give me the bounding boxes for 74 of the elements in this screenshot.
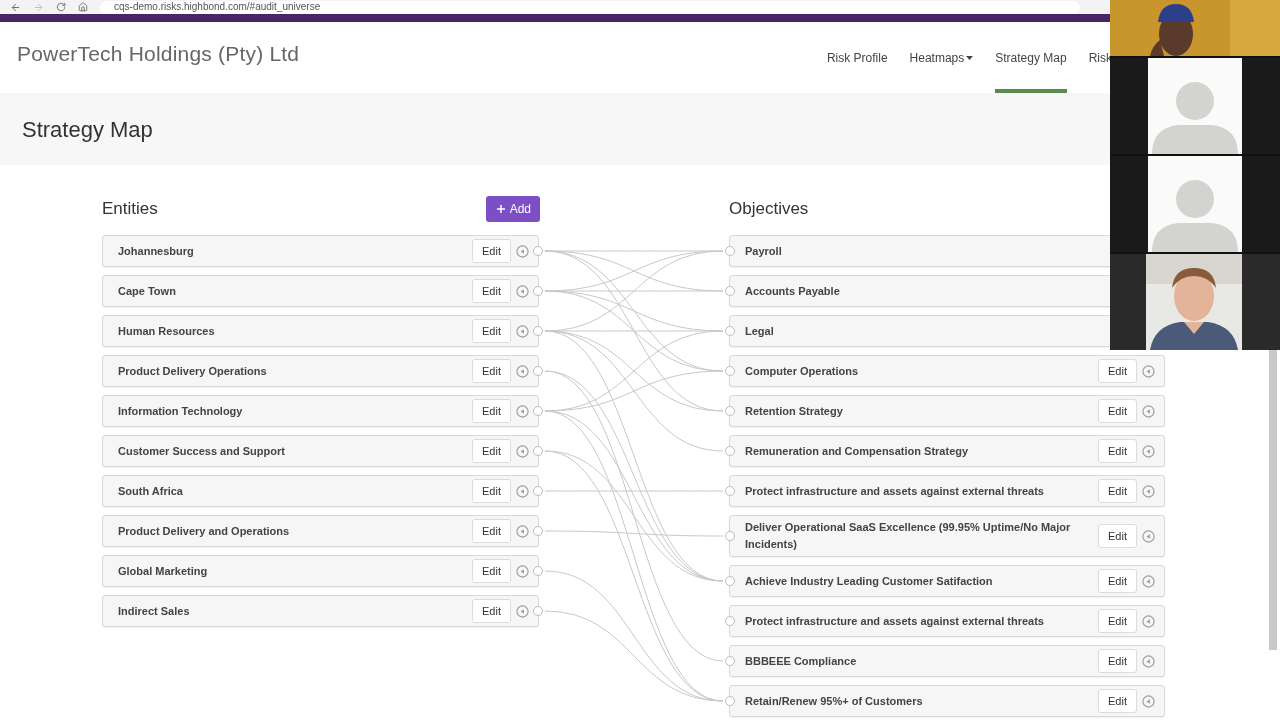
item-name: Achieve Industry Leading Customer Satifaction	[745, 573, 994, 589]
item-name: Information Technology	[118, 403, 244, 419]
edit-button[interactable]: Edit	[472, 519, 511, 543]
edit-button[interactable]: Edit	[1098, 649, 1137, 673]
item-name: Customer Success and Support	[118, 443, 286, 459]
edit-button[interactable]: Edit	[472, 279, 511, 303]
edit-button[interactable]: Edit	[1098, 439, 1137, 463]
arrow-circle-icon[interactable]	[516, 244, 529, 258]
edit-button[interactable]: Edit	[472, 359, 511, 383]
edit-button[interactable]: Edit	[472, 399, 511, 423]
arrow-circle-icon[interactable]	[1142, 404, 1155, 418]
arrow-circle-icon[interactable]	[516, 284, 529, 298]
nav-tab[interactable]: Heatmaps	[909, 22, 974, 93]
item-name: South Africa	[118, 483, 184, 499]
arrow-circle-icon[interactable]	[1142, 694, 1155, 708]
item-name: Cape Town	[118, 283, 177, 299]
home-icon[interactable]	[78, 2, 88, 12]
edit-button[interactable]: Edit	[1098, 479, 1137, 503]
edit-button[interactable]: Edit	[1098, 569, 1137, 593]
company-name: PowerTech Holdings (Pty) Ltd	[17, 40, 300, 67]
item-name: Global Marketing	[118, 563, 209, 579]
add-button[interactable]: Add	[485, 196, 540, 222]
item-name: Product Delivery and Operations	[118, 523, 291, 539]
edit-button[interactable]: Edit	[472, 319, 511, 343]
arrow-circle-icon[interactable]	[1142, 654, 1155, 668]
arrow-circle-icon[interactable]	[516, 564, 529, 578]
arrow-circle-icon[interactable]	[516, 364, 529, 378]
arrow-circle-icon[interactable]	[1142, 444, 1155, 458]
edit-button[interactable]: Edit	[472, 559, 511, 583]
item-name: Payroll	[745, 243, 783, 259]
nav-tab[interactable]: Risk Profile	[826, 22, 888, 93]
arrow-circle-icon[interactable]	[516, 444, 529, 458]
section-heading: Entities	[102, 198, 158, 221]
edit-button[interactable]: Edit	[472, 479, 511, 503]
plus-icon	[494, 203, 507, 215]
item-name: Protect infrastructure and assets against external threats	[745, 483, 1045, 499]
back-icon[interactable]	[10, 1, 21, 13]
caret-icon	[966, 55, 974, 60]
edit-button[interactable]: Edit	[1098, 609, 1137, 633]
item-name: Retain/Renew 95%+ of Customers	[745, 693, 924, 709]
item-name: Product Delivery Operations	[118, 363, 268, 379]
reload-icon[interactable]	[56, 2, 66, 12]
arrow-circle-icon[interactable]	[516, 604, 529, 618]
edit-button[interactable]: Edit	[472, 599, 511, 623]
edit-button[interactable]: Edit	[1098, 689, 1137, 713]
arrow-circle-icon[interactable]	[1142, 484, 1155, 498]
item-name: Human Resources	[118, 323, 216, 339]
item-name: Retention Strategy	[745, 403, 844, 419]
edit-button[interactable]: Edit	[472, 239, 511, 263]
edit-button[interactable]: Edit	[1098, 399, 1137, 423]
item-name: BBBEEE Compliance	[745, 653, 858, 669]
arrow-circle-icon[interactable]	[1142, 574, 1155, 588]
arrow-circle-icon[interactable]	[516, 404, 529, 418]
edit-button[interactable]: Edit	[1098, 359, 1137, 383]
address-field[interactable]: cqs-demo.risks.highbond.com/#audit_universe	[100, 0, 1080, 14]
item-name: Deliver Operational SaaS Excellence (99.95% Uptime/No Major Incidents)	[745, 520, 1072, 552]
edit-button[interactable]: Edit	[1098, 524, 1137, 548]
item-name: Computer Operations	[745, 363, 860, 379]
section-heading: Objectives	[729, 198, 809, 221]
page-title: Strategy Map	[22, 115, 153, 144]
arrow-circle-icon[interactable]	[516, 524, 529, 538]
arrow-circle-icon[interactable]	[516, 324, 529, 338]
arrow-circle-icon[interactable]	[1142, 614, 1155, 628]
item-name: Johannesburg	[118, 243, 195, 259]
item-name: Remuneration and Compensation Strategy	[745, 443, 970, 459]
item-name: Legal	[745, 323, 775, 339]
arrow-circle-icon[interactable]	[1142, 364, 1155, 378]
item-name: Protect infrastructure and assets against external threats	[745, 613, 1045, 629]
arrow-circle-icon[interactable]	[516, 484, 529, 498]
forward-icon[interactable]	[33, 1, 44, 13]
item-name: Accounts Payable	[745, 283, 841, 299]
item-name: Indirect Sales	[118, 603, 191, 619]
arrow-circle-icon[interactable]	[1142, 529, 1155, 543]
edit-button[interactable]: Edit	[472, 439, 511, 463]
